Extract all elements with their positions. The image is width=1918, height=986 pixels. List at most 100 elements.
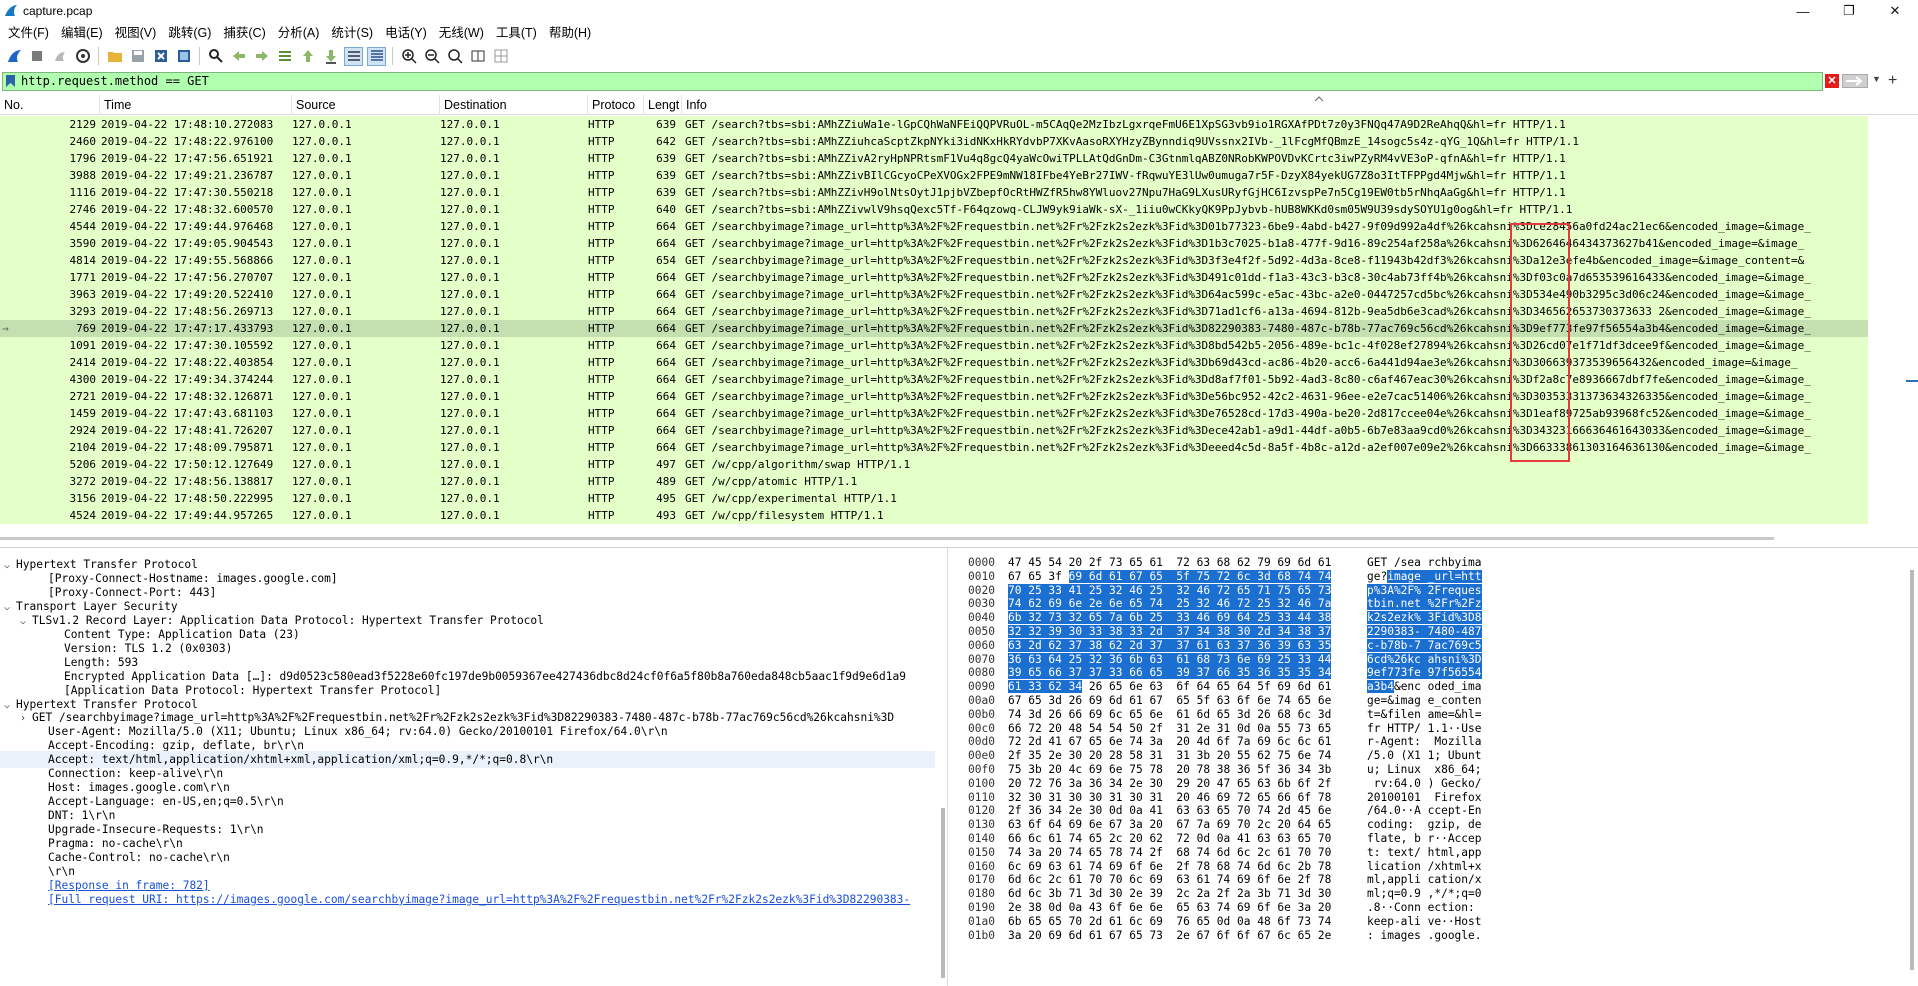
add-filter-button[interactable]: + — [1888, 72, 1897, 90]
minimize-button[interactable]: — — [1780, 0, 1826, 22]
packet-cell-src: 127.0.0.1 — [292, 407, 352, 420]
menu-item-9[interactable]: 工具(T) — [490, 22, 543, 44]
packet-row[interactable]: 1771 2019-04-22 17:47:56.270707 127.0.0.1 1… — [0, 269, 1868, 286]
restart-capture-icon[interactable] — [50, 47, 69, 66]
packet-row[interactable]: 1116 2019-04-22 17:47:30.550218 127.0.0.1 1… — [0, 184, 1868, 201]
maximize-button[interactable]: ❐ — [1826, 0, 1872, 22]
packet-row[interactable]: 5206 2019-04-22 17:50:12.127649 127.0.0.1 1… — [0, 456, 1868, 473]
shark-fin-start-icon[interactable] — [4, 47, 23, 66]
column-header-info[interactable]: Info — [682, 95, 1902, 115]
bookmark-icon[interactable] — [6, 75, 15, 87]
packet-row[interactable]: 769 2019-04-22 17:47:17.433793 127.0.0.1 12… — [0, 320, 1868, 337]
stop-capture-icon[interactable] — [27, 47, 46, 66]
packet-cell-dst: 127.0.0.1 — [440, 271, 500, 284]
packet-cell-no: 1459 — [69, 407, 97, 420]
clear-filter-button[interactable]: ✕ — [1825, 74, 1839, 88]
menu-item-7[interactable]: 电话(Y) — [379, 22, 433, 44]
packet-cell-len: 664 — [656, 322, 676, 335]
column-header-destination[interactable]: Destination — [440, 95, 588, 115]
ascii-text: p%3A%2F% 2Freques — [1367, 583, 1482, 598]
menu-item-3[interactable]: 跳转(G) — [162, 22, 217, 44]
go-forward-icon[interactable] — [252, 47, 271, 66]
column-header-source[interactable]: Source — [292, 95, 440, 115]
zoom-normal-icon[interactable] — [445, 47, 464, 66]
packet-row[interactable]: 1091 2019-04-22 17:47:30.105592 127.0.0.1 1… — [0, 337, 1868, 354]
resize-columns-icon[interactable] — [468, 47, 487, 66]
go-last-icon[interactable] — [321, 47, 340, 66]
packet-row[interactable]: 4300 2019-04-22 17:49:34.374244 127.0.0.1 1… — [0, 371, 1868, 388]
expand-all-icon[interactable] — [491, 47, 510, 66]
packet-row[interactable]: 3272 2019-04-22 17:48:56.138817 127.0.0.1 1… — [0, 473, 1868, 490]
packet-row[interactable]: 3590 2019-04-22 17:49:05.904543 127.0.0.1 1… — [0, 235, 1868, 252]
packet-cell-time: 2019-04-22 17:47:56.651921 — [101, 152, 274, 165]
packet-list-scrollbar[interactable] — [1902, 116, 1918, 526]
column-header-no[interactable]: No. — [0, 95, 100, 115]
menu-item-0[interactable]: 文件(F) — [2, 22, 55, 44]
packet-row[interactable]: 2924 2019-04-22 17:48:41.726207 127.0.0.1 1… — [0, 422, 1868, 439]
ascii-segment: flate, b r··Accep — [1367, 832, 1482, 845]
column-header-protocol[interactable]: Protoco — [588, 95, 644, 115]
hex-segment: 6b 65 65 70 2d 61 6c 69 76 65 0d 0a 48 6… — [1008, 914, 1332, 928]
packet-cell-time: 2019-04-22 17:48:22.976100 — [101, 135, 274, 148]
packet-row[interactable]: 3963 2019-04-22 17:49:20.522410 127.0.0.1 1… — [0, 286, 1868, 303]
close-file-icon[interactable] — [151, 47, 170, 66]
packet-row[interactable]: 2460 2019-04-22 17:48:22.976100 127.0.0.1 1… — [0, 133, 1868, 150]
hex-segment: 67 65 3d 26 69 6d 61 67 65 5f 63 6f 6e 7… — [1008, 694, 1332, 707]
packet-row[interactable]: 2129 2019-04-22 17:48:10.272083 127.0.0.1 1… — [0, 116, 1868, 133]
save-file-icon[interactable] — [128, 47, 147, 66]
find-packet-icon[interactable] — [206, 47, 225, 66]
open-file-icon[interactable] — [105, 47, 124, 66]
packet-list-horizontal-scrollbar[interactable] — [0, 537, 1774, 540]
packet-cell-dst: 127.0.0.1 — [440, 288, 500, 301]
column-header-length[interactable]: Lengt — [644, 95, 682, 115]
packet-row[interactable]: 2721 2019-04-22 17:48:32.126871 127.0.0.1 1… — [0, 388, 1868, 405]
bytes-scrollbar[interactable] — [1910, 570, 1914, 970]
chevron-down-icon[interactable]: ▼ — [1872, 74, 1882, 88]
pane-splitter[interactable] — [0, 547, 1918, 548]
packet-cell-dst: 127.0.0.1 — [440, 118, 500, 131]
menu-item-8[interactable]: 无线(W) — [433, 22, 490, 44]
packet-row[interactable]: 1796 2019-04-22 17:47:56.651921 127.0.0.1 1… — [0, 150, 1868, 167]
menu-item-2[interactable]: 视图(V) — [109, 22, 163, 44]
detail-tree-item[interactable]: [Full request URI: https://images.google… — [0, 891, 910, 908]
menu-item-4[interactable]: 捕获(C) — [217, 22, 271, 44]
packet-row[interactable]: 3988 2019-04-22 17:49:21.236787 127.0.0.1 1… — [0, 167, 1868, 184]
colorize-icon[interactable] — [367, 46, 386, 66]
close-window-button[interactable]: ✕ — [1872, 0, 1918, 22]
menu-item-6[interactable]: 统计(S) — [325, 22, 379, 44]
menu-item-1[interactable]: 编辑(E) — [55, 22, 109, 44]
packet-row[interactable]: 2414 2019-04-22 17:48:22.403854 127.0.0.1 1… — [0, 354, 1868, 371]
packet-cell-dst: 127.0.0.1 — [440, 220, 500, 233]
packet-row[interactable]: 4814 2019-04-22 17:49:55.568866 127.0.0.1 1… — [0, 252, 1868, 269]
hex-bytes: 74 62 69 6e 2e 6e 65 74 25 32 46 72 25 3… — [1008, 597, 1332, 611]
display-filter-input[interactable]: http.request.method == GET — [2, 72, 1823, 91]
zoom-out-icon[interactable] — [422, 47, 441, 66]
go-back-icon[interactable] — [229, 47, 248, 66]
packet-row[interactable]: 3156 2019-04-22 17:48:50.222995 127.0.0.1 1… — [0, 490, 1868, 507]
packet-row[interactable]: 2104 2019-04-22 17:48:09.795871 127.0.0.1 1… — [0, 439, 1868, 456]
packet-row[interactable]: 1459 2019-04-22 17:47:43.681103 127.0.0.1 1… — [0, 405, 1868, 422]
packet-row[interactable]: 4524 2019-04-22 17:49:44.957265 127.0.0.1 1… — [0, 507, 1868, 524]
packet-cell-no: 3293 — [69, 305, 97, 318]
auto-scroll-icon[interactable] — [344, 46, 363, 66]
packet-row[interactable]: 2746 2019-04-22 17:48:32.600570 127.0.0.1 1… — [0, 201, 1868, 218]
vertical-pane-splitter[interactable] — [947, 548, 955, 986]
menu-item-10[interactable]: 帮助(H) — [543, 22, 597, 44]
packet-cell-proto: HTTP — [588, 441, 615, 454]
capture-options-icon[interactable] — [73, 47, 92, 66]
ascii-segment: t: text/ html,app — [1367, 845, 1482, 859]
reload-file-icon[interactable] — [174, 47, 193, 66]
apply-filter-button[interactable] — [1842, 74, 1868, 88]
menu-item-5[interactable]: 分析(A) — [272, 22, 326, 44]
packet-row[interactable]: 3293 2019-04-22 17:48:56.269713 127.0.0.1 1… — [0, 303, 1868, 320]
column-header-time[interactable]: Time — [100, 95, 292, 115]
packet-cell-proto: HTTP — [588, 356, 615, 369]
zoom-in-icon[interactable] — [399, 47, 418, 66]
packet-cell-dst: 127.0.0.1 — [440, 305, 500, 318]
go-to-packet-icon[interactable] — [275, 47, 294, 66]
packet-cell-src: 127.0.0.1 — [292, 441, 352, 454]
go-first-icon[interactable] — [298, 47, 317, 66]
packet-row[interactable]: 4544 2019-04-22 17:49:44.976468 127.0.0.1 1… — [0, 218, 1868, 235]
details-scrollbar[interactable] — [941, 808, 945, 978]
selected-bytes: 39 65 66 37 37 33 66 65 39 37 66 35 36 3… — [1008, 666, 1332, 680]
